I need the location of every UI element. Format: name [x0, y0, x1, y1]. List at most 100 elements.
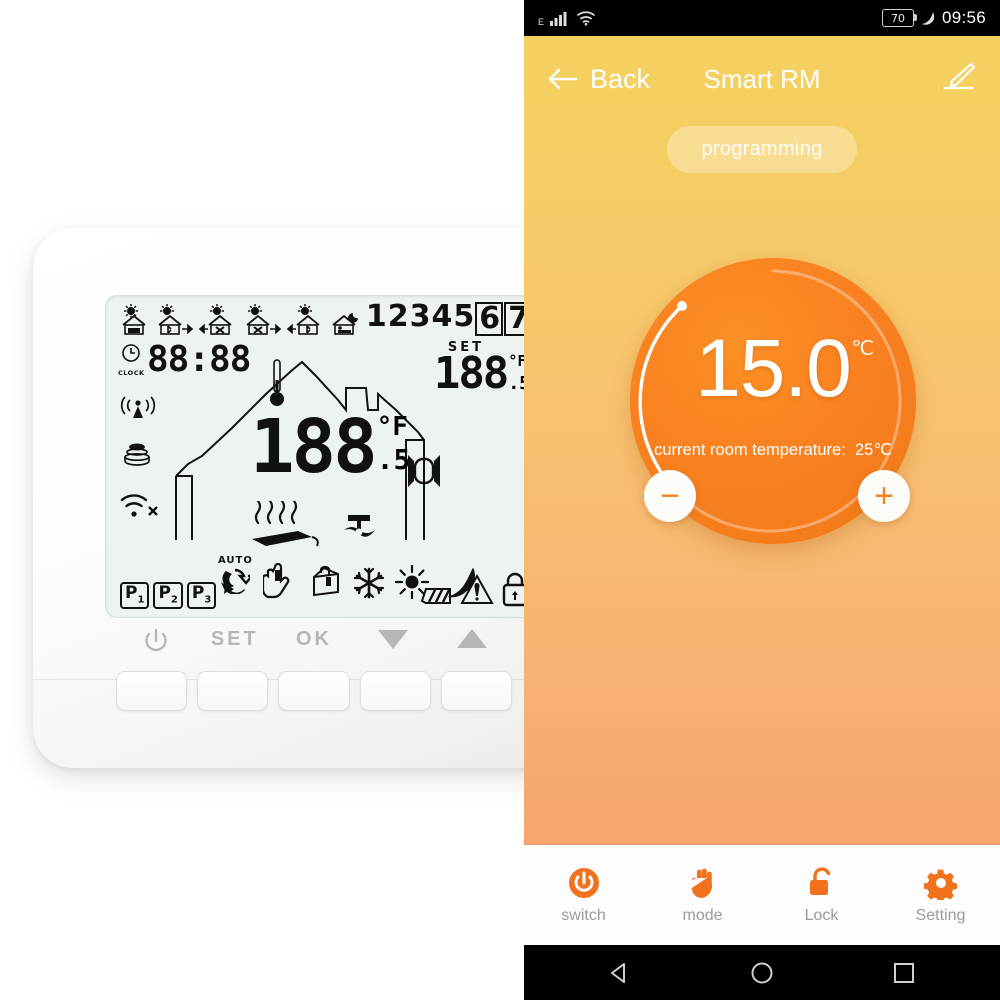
set-button[interactable] — [197, 671, 269, 711]
holiday-bag-icon — [312, 565, 339, 597]
manual-hand-icon — [262, 563, 290, 599]
set-temp-unit: °F — [508, 352, 524, 370]
battery-icon — [420, 588, 451, 604]
programming-button[interactable]: programming — [667, 126, 857, 173]
tab-mode-label: mode — [682, 906, 723, 924]
ok-button[interactable] — [278, 671, 350, 711]
auto-label: AUTO — [218, 555, 253, 566]
down-arrow-icon — [378, 630, 409, 649]
day-1: 1 — [365, 299, 387, 334]
power-button[interactable] — [116, 671, 188, 711]
pencil-icon — [942, 62, 976, 89]
status-bar-right: 70 09:56 — [881, 8, 986, 28]
gear-icon — [923, 869, 957, 900]
clock-icon: CLOCK — [118, 343, 144, 377]
tab-lock[interactable]: Lock — [762, 866, 881, 925]
set-button-label: SET — [210, 628, 259, 650]
edit-button[interactable] — [942, 61, 976, 98]
eco-leaf-status-icon — [921, 12, 935, 25]
plus-icon: + — [874, 477, 894, 515]
down-button[interactable] — [359, 671, 431, 711]
day-3: 3 — [409, 299, 431, 334]
temperature-unit: ℃ — [851, 338, 874, 360]
day-2: 2 — [387, 299, 409, 334]
lcd-day-numbers: 1 2 3 4 5 6 7 — [365, 302, 524, 336]
clock-label: CLOCK — [118, 369, 145, 377]
tab-mode[interactable]: mode — [643, 866, 762, 925]
period-out-icon — [246, 304, 282, 335]
up-arrow-icon — [457, 629, 488, 648]
lcd-set-temperature: SET 188 °F .5 — [433, 340, 524, 399]
tab-lock-label: Lock — [804, 906, 839, 924]
network-type-label: E — [538, 17, 545, 27]
down-button-label — [354, 628, 433, 662]
lcd-program-blocks: P1 P2 P3 — [120, 582, 217, 609]
thermostat-panel: 1 2 3 4 5 6 7 CLOCK — [0, 0, 524, 1000]
back-nav-icon[interactable] — [607, 960, 633, 986]
lock-icon — [502, 572, 524, 607]
power-button-label — [116, 628, 195, 662]
phone-app-panel: E 70 09:56 Smart RM Back programming 15.… — [524, 0, 1000, 1000]
set-temp-value: 188 — [433, 348, 509, 399]
tab-switch[interactable]: switch — [524, 866, 643, 925]
rf-signal-icon — [120, 394, 160, 425]
lcd-period-icons — [119, 303, 365, 337]
thermostat-button-labels: SET OK — [116, 628, 512, 662]
thermostat-device: 1 2 3 4 5 6 7 CLOCK — [33, 228, 524, 768]
day-5: 5 — [453, 299, 474, 334]
program-block-p1: P1 — [120, 582, 150, 609]
fan-icon — [338, 511, 382, 556]
lcd-screen: 1 2 3 4 5 6 7 CLOCK — [105, 295, 524, 618]
floor-sensor-icon — [120, 441, 160, 476]
power-icon — [144, 628, 167, 652]
clock-glyph — [122, 344, 140, 362]
program-block-p3: P3 — [186, 582, 217, 609]
period-away-icon — [199, 304, 232, 335]
wifi-icon — [577, 11, 595, 26]
app-bar: Smart RM Back — [524, 36, 1000, 122]
lcd-main-temperature: 188 °F .5 — [250, 404, 410, 490]
tab-setting-label: Setting — [915, 906, 966, 924]
thermostat-buttons — [116, 671, 513, 711]
up-button[interactable] — [440, 671, 513, 711]
power-icon — [568, 867, 599, 898]
main-temp-unit: °F — [376, 412, 408, 442]
day-6: 6 — [475, 302, 504, 336]
wifi-off-icon — [120, 492, 160, 525]
period-return-icon — [287, 304, 320, 335]
back-button[interactable]: Back — [548, 64, 650, 95]
battery-level: 70 — [890, 11, 905, 25]
battery-status-icon: 70 — [881, 9, 917, 27]
temperature-dial[interactable]: 15.0 ℃ current room temperature: 25℃ − + — [630, 258, 916, 544]
status-bar-left: E — [538, 9, 596, 27]
status-bar: E 70 09:56 — [524, 0, 1000, 36]
increase-temperature-button[interactable]: + — [858, 470, 910, 522]
home-nav-icon[interactable] — [749, 960, 775, 986]
up-button-label — [433, 628, 512, 662]
bottom-tab-bar: switch mode Lock Setting — [524, 845, 1000, 945]
auto-cycle-icon: AUTO — [218, 555, 256, 599]
main-temp-value: 188 — [250, 404, 378, 490]
screenshot-root: 1 2 3 4 5 6 7 CLOCK — [0, 0, 1000, 1000]
floor-heating-icon — [246, 499, 322, 558]
recents-nav-icon[interactable] — [891, 960, 917, 986]
status-bar-time: 09:56 — [941, 8, 986, 27]
minus-icon: − — [660, 477, 680, 515]
current-temp-value: 25℃ — [854, 441, 892, 459]
tab-switch-label: switch — [561, 906, 606, 924]
programming-button-wrap: programming — [524, 126, 1000, 173]
current-temp-label: current room temperature: — [654, 441, 846, 459]
arrow-left-icon — [548, 68, 578, 90]
lcd-left-icons — [120, 394, 160, 541]
unlock-icon — [809, 866, 830, 895]
back-label: Back — [590, 63, 651, 94]
day-4: 4 — [431, 299, 453, 334]
hand-icon — [691, 868, 712, 898]
lcd-status-icons — [420, 571, 524, 607]
decrease-temperature-button[interactable]: − — [644, 470, 696, 522]
set-temp-decimal: .5 — [508, 373, 524, 394]
tab-setting[interactable]: Setting — [881, 866, 1000, 925]
day-7: 7 — [504, 302, 524, 336]
signal-bars-icon — [550, 12, 567, 26]
period-sleep-icon — [332, 313, 358, 335]
